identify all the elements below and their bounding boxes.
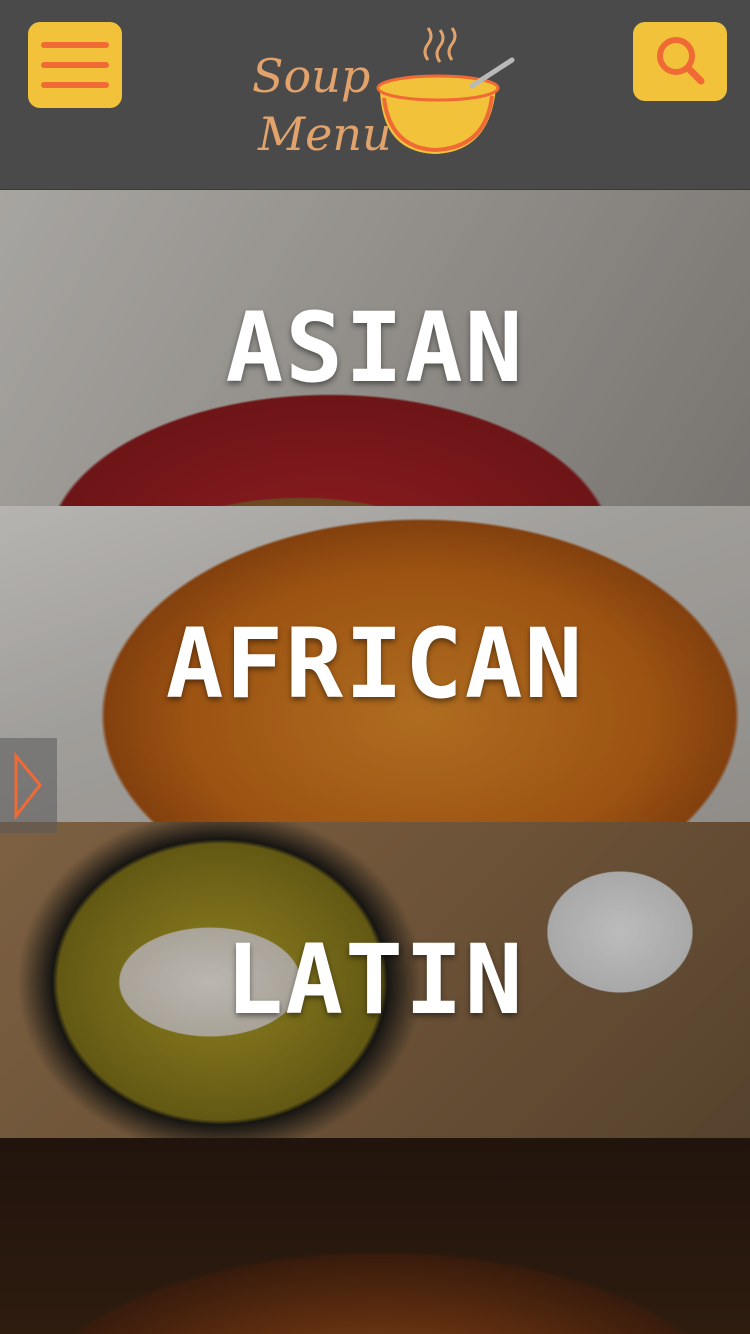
- category-label: ASIAN: [225, 292, 525, 404]
- logo-line2: Menu: [257, 107, 392, 161]
- category-latin[interactable]: LATIN: [0, 822, 750, 1138]
- app-header: Soup Menu: [0, 0, 750, 190]
- hamburger-icon-bar: [41, 82, 109, 88]
- hamburger-icon-bar: [41, 62, 109, 68]
- hamburger-icon: [41, 42, 109, 48]
- play-triangle-icon: [14, 751, 42, 821]
- category-fourth[interactable]: [0, 1138, 750, 1334]
- category-label: [0, 1138, 750, 1334]
- menu-button[interactable]: [28, 22, 122, 108]
- steam-icon: [423, 27, 433, 61]
- steam-icon: [435, 29, 445, 63]
- category-label: LATIN: [225, 924, 525, 1036]
- category-african[interactable]: AFRICAN: [0, 506, 750, 822]
- category-label: AFRICAN: [165, 608, 585, 720]
- soup-menu-logo: Soup Menu: [252, 27, 515, 161]
- side-drawer-toggle[interactable]: [0, 738, 57, 833]
- category-asian[interactable]: ASIAN: [0, 190, 750, 506]
- logo-line1: Soup: [252, 49, 370, 103]
- search-icon: [657, 37, 705, 85]
- search-button[interactable]: [633, 22, 727, 101]
- steam-icon: [447, 27, 457, 61]
